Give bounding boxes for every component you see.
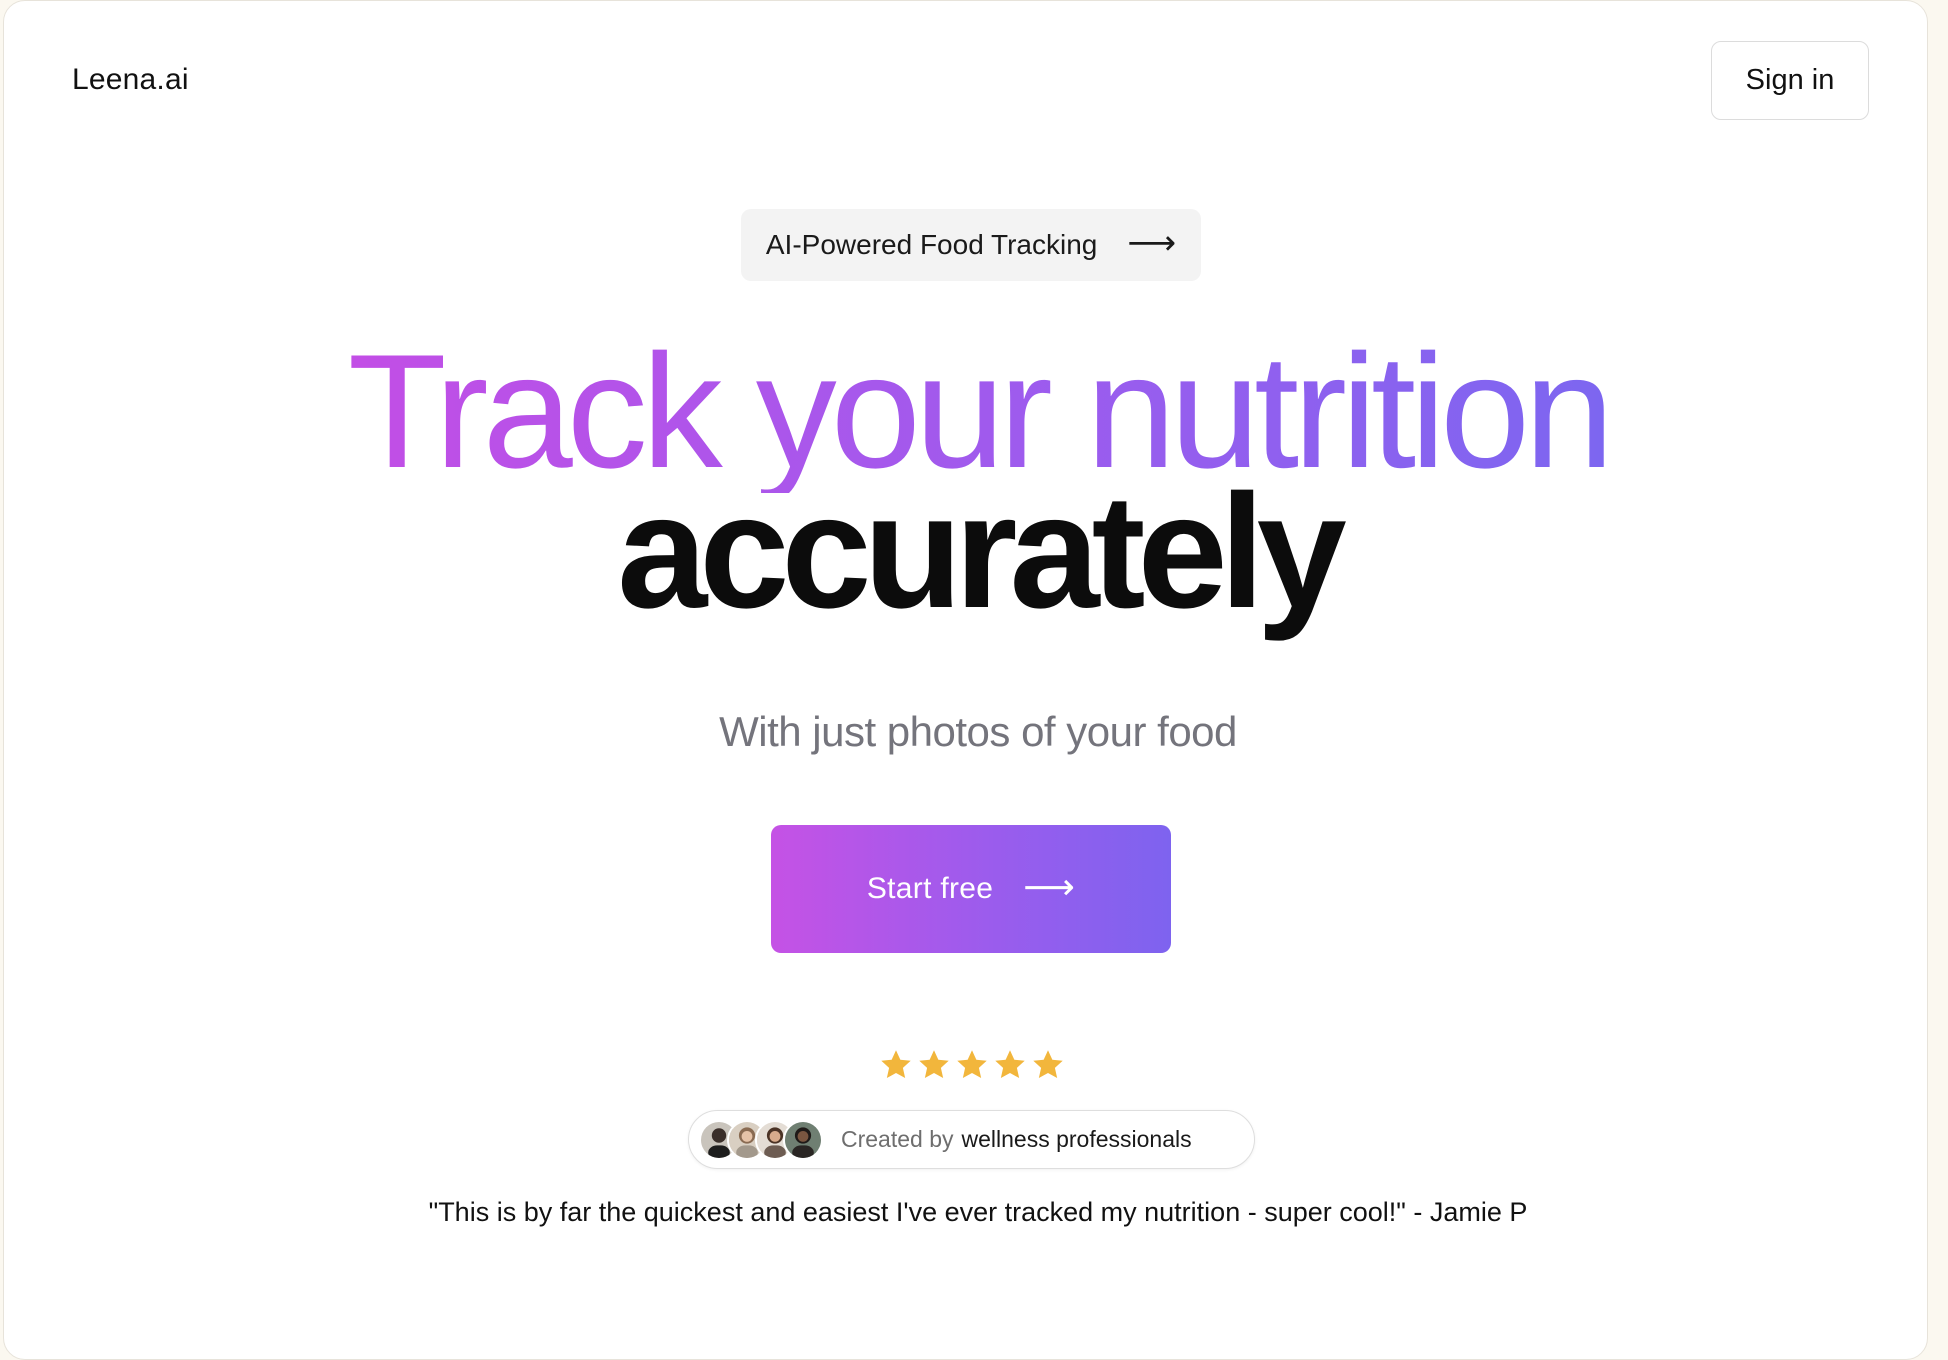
arrow-right-icon: ⟶ [1023,866,1076,907]
star-icon [919,1050,949,1079]
badge-prefix: Created by [841,1126,954,1152]
sign-in-button[interactable]: Sign in [1711,41,1869,120]
hero-subtitle: With just photos of your food [719,708,1237,755]
avatar-group [699,1119,823,1160]
start-free-label: Start free [866,872,994,905]
star-icon [881,1050,911,1079]
start-free-button[interactable]: Start free ⟶ [771,825,1171,953]
headline-line-2: accurately [617,461,1347,642]
star-rating [878,1047,1066,1083]
feature-pill-link[interactable]: AI-Powered Food Tracking ⟶ [741,209,1201,281]
star-icon [1033,1050,1063,1079]
page-frame: Leena.ai Sign in AI-Powered Food Trackin… [3,0,1928,1360]
star-icon [995,1050,1025,1079]
star-icon [957,1050,987,1079]
arrow-right-icon: ⟶ [1127,224,1177,262]
avatar [783,1119,823,1160]
badge-emphasis: wellness professionals [961,1126,1192,1152]
testimonial-quote: "This is by far the quickest and easiest… [428,1197,1528,1227]
creators-badge: Created by wellness professionals [688,1110,1255,1169]
feature-pill-label: AI-Powered Food Tracking [765,229,1098,260]
brand-logo[interactable]: Leena.ai [72,63,189,97]
